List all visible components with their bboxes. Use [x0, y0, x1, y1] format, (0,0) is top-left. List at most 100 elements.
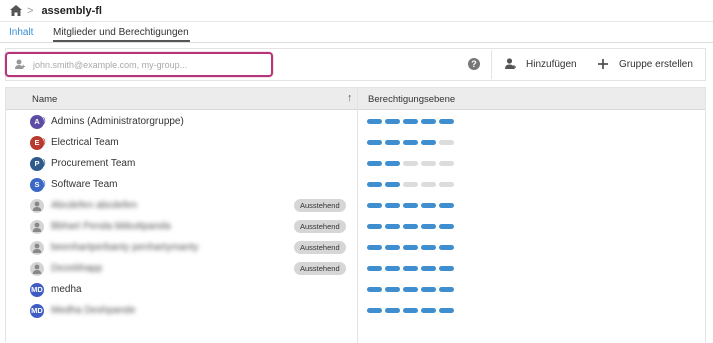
member-name: Electrical Team: [51, 137, 119, 148]
member-name: medha: [51, 284, 82, 295]
members-table: Name ↑ Berechtigungsebene ) A Admins (Admi…: [5, 87, 706, 343]
permission-level-segment: [421, 182, 436, 187]
permission-level-segment: [367, 266, 382, 271]
status-badge: Ausstehend: [294, 220, 346, 233]
permission-level-indicator[interactable]: [367, 245, 454, 250]
permission-level-segment: [421, 140, 436, 145]
table-row[interactable]: ) S Software Team: [6, 174, 705, 195]
breadcrumb: > assembly-fl: [0, 0, 713, 22]
add-member-label: Hinzufügen: [526, 58, 577, 70]
user-placeholder-icon: [30, 199, 44, 213]
member-name: Dezebhapp: [51, 263, 103, 274]
user-placeholder-icon: [30, 262, 44, 276]
user-add-icon: [504, 58, 516, 70]
permission-level-segment: [439, 140, 454, 145]
sort-ascending-icon[interactable]: ↑: [347, 92, 353, 104]
avatar: E: [30, 136, 44, 150]
search-input[interactable]: [31, 58, 265, 71]
permission-level-segment: [439, 182, 454, 187]
page-title[interactable]: assembly-fl: [41, 5, 102, 17]
permission-level-segment: [439, 266, 454, 271]
permission-level-segment: [439, 161, 454, 166]
status-badge: Ausstehend: [294, 199, 346, 212]
permission-level-segment: [403, 203, 418, 208]
permission-level-indicator[interactable]: [367, 224, 454, 229]
permission-level-segment: [403, 224, 418, 229]
permission-level-segment: [439, 308, 454, 313]
permission-level-indicator[interactable]: [367, 119, 454, 124]
permission-level-segment: [439, 287, 454, 292]
member-name: Medha Deshpande: [51, 305, 136, 316]
permission-level-indicator[interactable]: [367, 203, 454, 208]
avatar: MD: [30, 283, 44, 297]
table-row[interactable]: Bbhart Penda bbbuttpanda Ausstehend: [6, 216, 705, 237]
permission-level-segment: [385, 140, 400, 145]
permission-level-segment: [403, 161, 418, 166]
permission-level-indicator[interactable]: [367, 161, 454, 166]
user-add-icon: [15, 59, 25, 70]
permission-level-segment: [439, 224, 454, 229]
create-group-button[interactable]: Gruppe erstellen: [597, 55, 693, 73]
table-row[interactable]: ) A Admins (Administratorgruppe): [6, 111, 705, 132]
search-field[interactable]: [5, 52, 273, 77]
permission-level-segment: [367, 119, 382, 124]
permission-level-segment: [403, 308, 418, 313]
avatar: A: [30, 115, 44, 129]
permission-level-indicator[interactable]: [367, 140, 454, 145]
permission-level-segment: [403, 182, 418, 187]
table-row[interactable]: beenhartperbanty penhartymanty Ausstehend: [6, 237, 705, 258]
permission-level-segment: [403, 245, 418, 250]
status-badge: Ausstehend: [294, 262, 346, 275]
member-name: Software Team: [51, 179, 118, 190]
permission-level-segment: [367, 161, 382, 166]
permission-level-segment: [367, 182, 382, 187]
active-tab-indicator: [53, 40, 190, 42]
permission-level-segment: [367, 224, 382, 229]
member-name: Admins (Administratorgruppe): [51, 116, 184, 127]
permission-level-segment: [403, 140, 418, 145]
permission-level-segment: [421, 161, 436, 166]
permission-level-segment: [421, 203, 436, 208]
table-row[interactable]: ) P Procurement Team: [6, 153, 705, 174]
add-member-button[interactable]: Hinzufügen: [504, 55, 577, 73]
permission-level-segment: [367, 245, 382, 250]
permission-level-segment: [439, 203, 454, 208]
permission-level-segment: [403, 266, 418, 271]
permission-level-indicator[interactable]: [367, 266, 454, 271]
permission-level-segment: [439, 245, 454, 250]
tab-content[interactable]: Inhalt: [9, 27, 33, 38]
table-row[interactable]: Abcdefen abcdefen Ausstehend: [6, 195, 705, 216]
tab-members-permissions[interactable]: Mitglieder und Berechtigungen: [53, 27, 189, 38]
permission-level-segment: [421, 224, 436, 229]
avatar: S: [30, 178, 44, 192]
permission-level-segment: [385, 245, 400, 250]
table-row[interactable]: Dezebhapp Ausstehend: [6, 258, 705, 279]
permission-level-segment: [403, 287, 418, 292]
home-icon[interactable]: [10, 5, 22, 17]
user-placeholder-icon: [30, 241, 44, 255]
table-row[interactable]: MD medha: [6, 279, 705, 300]
permission-level-segment: [421, 119, 436, 124]
permission-level-segment: [385, 119, 400, 124]
permission-level-segment: [385, 224, 400, 229]
avatar: MD: [30, 304, 44, 318]
help-icon[interactable]: ?: [468, 58, 480, 70]
permission-level-segment: [385, 182, 400, 187]
permission-level-indicator[interactable]: [367, 308, 454, 313]
plus-icon: [597, 58, 609, 70]
member-name: Procurement Team: [51, 158, 136, 169]
breadcrumb-separator: >: [27, 4, 34, 17]
table-row[interactable]: MD Medha Deshpande: [6, 300, 705, 321]
column-header-name[interactable]: Name: [32, 94, 57, 105]
table-row[interactable]: ) E Electrical Team: [6, 132, 705, 153]
column-header-permission[interactable]: Berechtigungsebene: [368, 94, 455, 105]
permission-level-segment: [385, 266, 400, 271]
permission-level-indicator[interactable]: [367, 287, 454, 292]
member-name: Bbhart Penda bbbuttpanda: [51, 221, 171, 232]
permission-level-segment: [367, 287, 382, 292]
permission-level-segment: [421, 287, 436, 292]
toolbar-divider: [491, 50, 492, 79]
member-name: Abcdefen abcdefen: [51, 200, 138, 211]
permission-level-segment: [403, 119, 418, 124]
permission-level-indicator[interactable]: [367, 182, 454, 187]
